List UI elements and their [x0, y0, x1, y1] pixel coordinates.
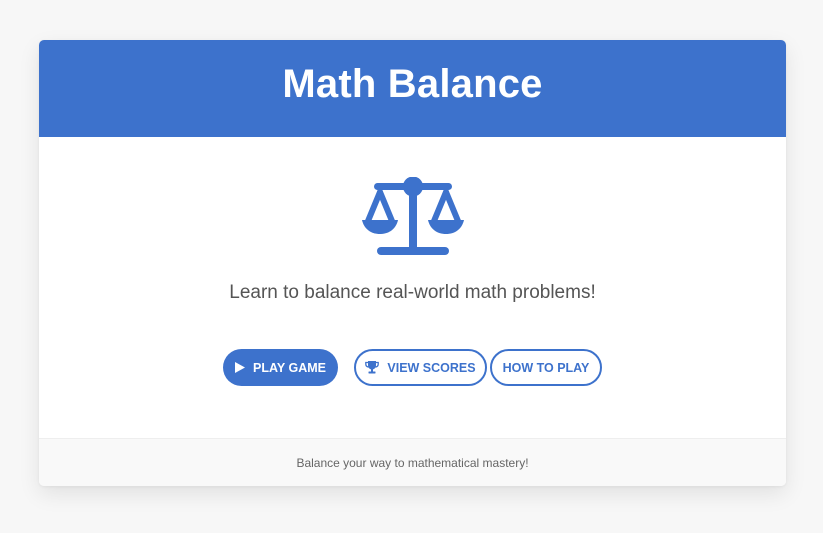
how-to-play-button[interactable]: HOW TO PLAY	[490, 349, 602, 386]
play-game-button[interactable]: PLAY GAME	[223, 349, 338, 386]
app-title: Math Balance	[282, 62, 543, 106]
header: Math Balance	[39, 40, 786, 137]
view-scores-label: VIEW SCORES	[387, 360, 476, 375]
play-game-label: PLAY GAME	[253, 360, 326, 375]
footer: Balance your way to mathematical mastery…	[39, 438, 786, 486]
balance-scale-icon	[362, 177, 464, 255]
how-to-play-label: HOW TO PLAY	[502, 360, 590, 375]
footer-text: Balance your way to mathematical mastery…	[296, 455, 529, 470]
subtitle: Learn to balance real-world math problem…	[229, 282, 596, 303]
play-icon	[235, 362, 246, 373]
card-body: Learn to balance real-world math problem…	[39, 137, 786, 438]
view-scores-button[interactable]: VIEW SCORES	[354, 349, 487, 386]
trophy-icon	[365, 361, 380, 374]
main-card: Math Balance Learn to balance real-world…	[39, 40, 786, 486]
